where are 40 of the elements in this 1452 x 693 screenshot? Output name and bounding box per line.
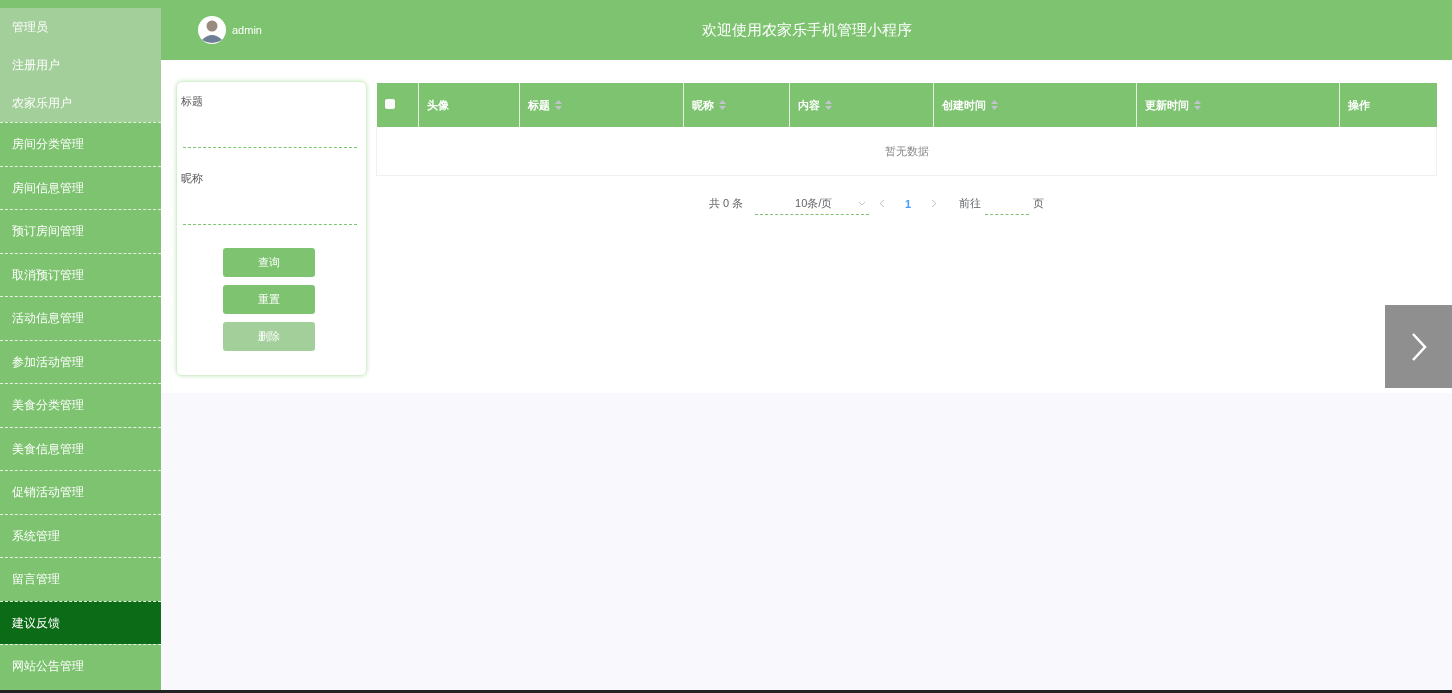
action-button[interactable]: 重置 (222, 285, 315, 314)
prev-page-icon[interactable] (879, 199, 886, 208)
sidebar-item[interactable]: 建议反馈 (0, 600, 161, 644)
sidebar-item[interactable]: 留言管理 (0, 557, 161, 601)
submenu-item[interactable]: 管理员 (0, 8, 161, 46)
sidebar-item[interactable]: 促销活动管理 (0, 470, 161, 514)
total-count: 共 0 条 (708, 196, 744, 211)
column-title: 创建时间 (941, 97, 986, 113)
sort-icon[interactable] (1193, 100, 1201, 110)
sort-icon[interactable] (554, 100, 562, 110)
column-title: 内容 (797, 97, 820, 113)
column-title: 头像 (426, 97, 449, 113)
next-arrow-button[interactable] (1385, 305, 1452, 388)
username: admin (232, 24, 262, 36)
sort-icon[interactable] (824, 100, 832, 110)
field-label: 标题 (181, 94, 203, 109)
next-page-icon[interactable] (931, 199, 938, 208)
page-title: 欢迎使用农家乐手机管理小程序 (701, 21, 912, 38)
select-all-checkbox[interactable] (384, 99, 395, 109)
page-size-value: 10条/页 (795, 195, 833, 211)
sort-icon[interactable] (990, 100, 998, 110)
column-title: 昵称 (691, 97, 714, 113)
submenu-item[interactable]: 注册用户 (0, 46, 161, 84)
sidebar-item[interactable]: 系统管理 (0, 513, 161, 557)
action-button[interactable]: 查询 (222, 248, 315, 277)
column-title: 标题 (527, 97, 550, 113)
page-number[interactable]: 1 (895, 197, 922, 210)
sort-icon[interactable] (718, 100, 726, 110)
sidebar-item[interactable]: 美食信息管理 (0, 426, 161, 470)
field-label: 昵称 (181, 171, 203, 186)
page-size-select[interactable]: 10条/页 (755, 192, 870, 215)
submenu-item[interactable]: 农家乐用户 (0, 84, 161, 122)
avatar-icon (198, 15, 226, 45)
column-title: 更新时间 (1144, 97, 1189, 113)
sidebar-item[interactable]: 网站公告管理 (0, 644, 161, 688)
chevron-down-icon (858, 200, 867, 206)
goto-label: 前往 (959, 196, 982, 211)
empty-message: 暂无数据 (376, 127, 1437, 176)
goto-suffix: 页 (1033, 196, 1045, 211)
column-title: 操作 (1347, 97, 1370, 113)
